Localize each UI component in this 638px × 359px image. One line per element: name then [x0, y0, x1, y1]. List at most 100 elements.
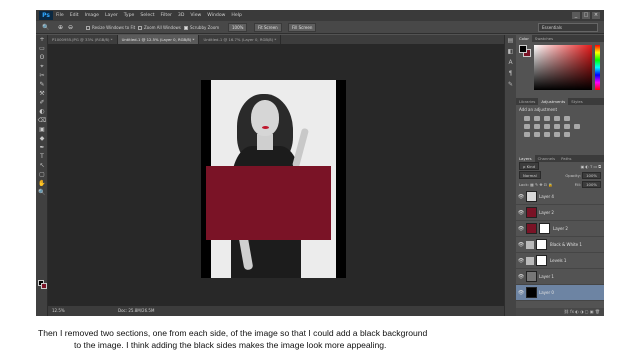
tool-icon-11[interactable]: ◆: [36, 134, 48, 143]
color-balance-icon[interactable]: [534, 124, 540, 129]
zoom-100-button[interactable]: 100%: [228, 23, 248, 32]
channel-mixer-icon[interactable]: [564, 124, 570, 129]
tool-icon-5[interactable]: ✎: [36, 80, 48, 89]
tool-icon-3[interactable]: ⌖: [36, 62, 48, 71]
layer-row[interactable]: 👁 Layer 2: [516, 221, 604, 237]
fill-screen-button[interactable]: Fill Screen: [288, 23, 317, 32]
tab-adjustments[interactable]: Adjustments: [538, 98, 569, 105]
exposure-icon[interactable]: [554, 116, 560, 121]
scrubby-zoom-checkbox[interactable]: Scrubby Zoom: [184, 24, 219, 31]
lock-icons[interactable]: ▦ ✎ ✥ ⊡ 🔒: [530, 182, 553, 187]
visibility-eye-icon[interactable]: 👁: [516, 258, 526, 264]
gradient-map-icon[interactable]: [564, 132, 570, 137]
menu-window[interactable]: Window: [207, 10, 225, 21]
document-tab-0[interactable]: P1000955.JPG @ 33% (RGB/8) *: [48, 35, 118, 44]
workspace-select[interactable]: Essentials: [538, 23, 598, 32]
fit-screen-button[interactable]: Fit Screen: [254, 23, 282, 32]
tab-styles[interactable]: Styles: [568, 98, 586, 105]
layer-thumbnail[interactable]: [526, 207, 537, 218]
character-icon[interactable]: A: [505, 57, 516, 68]
tool-icon-6[interactable]: ⚒: [36, 89, 48, 98]
tool-icon-2[interactable]: ʘ: [36, 53, 48, 62]
invert-icon[interactable]: [524, 132, 530, 137]
selective-color-icon[interactable]: [554, 132, 560, 137]
menu-select[interactable]: Select: [140, 10, 154, 21]
filter-icons[interactable]: ▣ ◐ T ▭ ⧉: [581, 162, 601, 171]
menu-edit[interactable]: Edit: [70, 10, 79, 21]
menu-help[interactable]: Help: [231, 10, 241, 21]
tool-icon-17[interactable]: 🔍: [36, 188, 48, 197]
layer-kind-filter[interactable]: ρ Kind: [519, 162, 539, 170]
document-tab-2[interactable]: Untitled-1 @ 16.7% (Layer 0, RGB/8) *: [199, 35, 282, 44]
tool-icon-13[interactable]: T: [36, 152, 48, 161]
visibility-eye-icon[interactable]: 👁: [516, 242, 526, 248]
visibility-eye-icon[interactable]: 👁: [516, 226, 526, 232]
document-canvas[interactable]: [201, 80, 346, 278]
menu-3d[interactable]: 3D: [178, 10, 184, 21]
menu-type[interactable]: Type: [124, 10, 135, 21]
layer-mask-thumbnail[interactable]: [536, 239, 547, 250]
tool-icon-16[interactable]: ✋: [36, 179, 48, 188]
layer-row[interactable]: 👁 Layer 2: [516, 205, 604, 221]
visibility-eye-icon[interactable]: 👁: [516, 274, 526, 280]
color-field[interactable]: [534, 45, 592, 90]
black-white-icon[interactable]: [544, 124, 550, 129]
curves-icon[interactable]: [544, 116, 550, 121]
levels-icon[interactable]: [534, 116, 540, 121]
layer-thumbnail[interactable]: [526, 287, 537, 298]
menu-view[interactable]: View: [190, 10, 201, 21]
layer-row[interactable]: 👁 Layer 1: [516, 269, 604, 285]
tool-icon-1[interactable]: ▭: [36, 44, 48, 53]
close-button[interactable]: ×: [592, 12, 600, 19]
maximize-button[interactable]: □: [582, 12, 590, 19]
layer-row[interactable]: 👁 Layer 0: [516, 285, 604, 301]
layer-mask-thumbnail[interactable]: [539, 223, 550, 234]
zoom-in-icon[interactable]: ⊕: [58, 24, 63, 31]
menu-file[interactable]: File: [56, 10, 64, 21]
visibility-eye-icon[interactable]: 👁: [516, 210, 526, 216]
layers-footer-icons[interactable]: ⛓ fx ◐ ◑ ▢ ▣ 🗑: [516, 308, 604, 316]
layer-row[interactable]: 👁 Levels 1: [516, 253, 604, 269]
layer-row[interactable]: 👁 Black & White 1: [516, 237, 604, 253]
layer-thumbnail[interactable]: [526, 223, 537, 234]
layer-thumbnail[interactable]: [526, 191, 537, 202]
background-color-swatch[interactable]: [41, 283, 47, 289]
layer-row[interactable]: 👁 Layer 4: [516, 189, 604, 205]
tab-swatches[interactable]: Swatches: [532, 35, 556, 42]
tab-paths[interactable]: Paths: [558, 155, 574, 162]
tool-icon-8[interactable]: ◐: [36, 107, 48, 116]
brush-settings-icon[interactable]: ✎: [505, 79, 516, 90]
menu-image[interactable]: Image: [85, 10, 99, 21]
tool-icon-12[interactable]: ✒: [36, 143, 48, 152]
history-icon[interactable]: ▤: [505, 35, 516, 46]
tool-icon-14[interactable]: ↖: [36, 161, 48, 170]
tab-layers[interactable]: Layers: [516, 155, 535, 162]
hue-slider[interactable]: [595, 45, 600, 90]
layer-mask-thumbnail[interactable]: [536, 255, 547, 266]
color-lookup-icon[interactable]: [574, 124, 580, 129]
tool-icon-7[interactable]: ✐: [36, 98, 48, 107]
properties-icon[interactable]: ◧: [505, 46, 516, 57]
menu-layer[interactable]: Layer: [105, 10, 118, 21]
canvas-area[interactable]: [48, 44, 504, 306]
visibility-eye-icon[interactable]: 👁: [516, 290, 526, 296]
resize-windows-checkbox[interactable]: Resize Windows to Fit: [86, 24, 135, 31]
zoom-all-windows-checkbox[interactable]: Zoom All Windows: [138, 24, 181, 31]
vibrance-icon[interactable]: [564, 116, 570, 121]
menu-filter[interactable]: Filter: [161, 10, 172, 21]
tool-icon-4[interactable]: ✂: [36, 71, 48, 80]
minimize-button[interactable]: _: [572, 12, 580, 19]
layer-thumbnail[interactable]: [526, 271, 537, 282]
color-panel-foreground[interactable]: [519, 45, 527, 53]
posterize-icon[interactable]: [534, 132, 540, 137]
tool-icon-10[interactable]: ▣: [36, 125, 48, 134]
threshold-icon[interactable]: [544, 132, 550, 137]
hue-saturation-icon[interactable]: [524, 124, 530, 129]
tool-icon-15[interactable]: ▢: [36, 170, 48, 179]
visibility-eye-icon[interactable]: 👁: [516, 194, 526, 200]
opacity-input[interactable]: 100%: [582, 172, 601, 179]
zoom-out-icon[interactable]: ⊖: [68, 24, 73, 31]
tab-libraries[interactable]: Libraries: [516, 98, 538, 105]
photo-filter-icon[interactable]: [554, 124, 560, 129]
document-tab-1[interactable]: Untitled-1 @ 12.5% (Layer 0, RGB/8) *: [117, 35, 200, 44]
